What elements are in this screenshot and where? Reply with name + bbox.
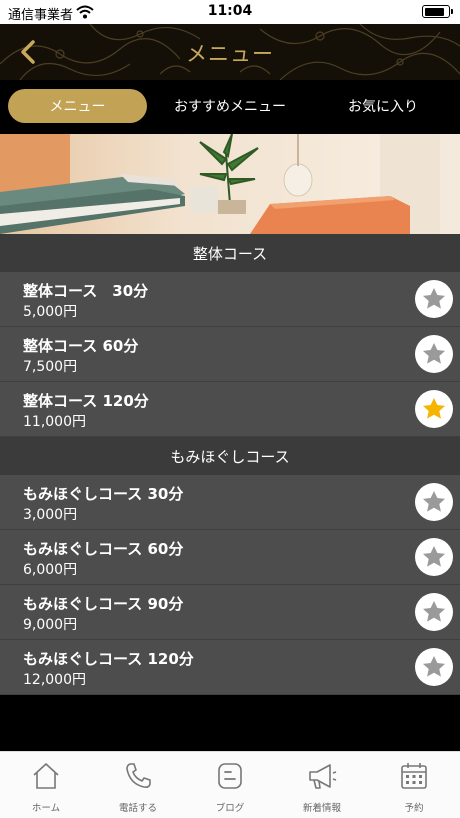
star-icon [422,287,446,309]
tabbar-item-reservation[interactable]: 予約 [368,752,460,818]
menu-list: 整体コース 整体コース 30分 5,000円 整体コース 60分 7,500円 … [0,234,460,695]
tabbar-item-news[interactable]: 新着情報 [276,752,368,818]
battery-level [424,7,445,16]
phone-icon [126,763,151,788]
tab-recommended[interactable]: おすすめメニュー [160,89,300,123]
list-item[interactable]: もみほぐしコース 60分 6,000円 [0,530,460,585]
treatment-room-image [0,134,460,234]
tabbar-item-phone[interactable]: 電話する [92,752,184,818]
bottom-tab-bar: ホーム 電話する ブログ 新着情報 予約 [0,751,460,818]
app-screen: 通信事業者 11:04 メニュー メニュー おすすめメニュー お気に入り 整体コ… [0,0,460,818]
list-item[interactable]: 整体コース 30分 5,000円 [0,272,460,327]
tabbar-label: ホーム [31,803,61,814]
star-icon [422,342,446,364]
hero-image [0,134,460,234]
item-price: 7,500円 [23,359,78,375]
tabbar-item-blog[interactable]: ブログ [184,752,276,818]
item-name: もみほぐしコース 90分 [23,595,184,613]
status-time: 11:04 [207,3,253,19]
item-name: もみほぐしコース 30分 [23,485,184,503]
list-item[interactable]: 整体コース 120分 11,000円 [0,382,460,437]
tabbar-label: ブログ [215,803,245,814]
item-price: 3,000円 [23,507,78,523]
tab-favorites[interactable]: お気に入り [313,89,453,123]
favorite-button[interactable] [415,390,453,428]
item-name: もみほぐしコース 120分 [23,650,194,668]
tabbar-item-home[interactable]: ホーム [0,752,92,818]
favorite-button[interactable] [415,280,453,318]
item-price: 5,000円 [23,304,78,320]
favorite-button[interactable] [415,335,453,373]
item-name: もみほぐしコース 60分 [23,540,184,558]
favorite-button[interactable] [415,648,453,686]
star-icon [422,600,446,622]
nav-header: メニュー [0,24,460,80]
item-name: 整体コース 30分 [23,282,149,300]
tabbar-label: 予約 [404,803,424,814]
favorite-button[interactable] [415,593,453,631]
list-item[interactable]: もみほぐしコース 90分 9,000円 [0,585,460,640]
section-header: もみほぐしコース [0,437,460,475]
list-item[interactable]: もみほぐしコース 30分 3,000円 [0,475,460,530]
page-title: メニュー [186,42,274,66]
item-price: 12,000円 [23,672,86,688]
calendar-icon [401,763,427,789]
star-icon [422,655,446,677]
tabbar-label: 新着情報 [302,803,341,814]
list-item[interactable]: もみほぐしコース 120分 12,000円 [0,640,460,695]
star-icon [422,397,446,419]
star-icon [422,545,446,567]
item-price: 9,000円 [23,617,78,633]
megaphone-icon [309,764,337,789]
tabbar-label: 電話する [118,803,157,814]
blog-icon [218,763,242,789]
battery-icon [422,5,453,18]
favorite-button[interactable] [415,483,453,521]
section-header: 整体コース [0,234,460,272]
status-bar: 通信事業者 11:04 [0,0,460,24]
favorite-button[interactable] [415,538,453,576]
item-name: 整体コース 60分 [23,337,139,355]
segment-tabs: メニュー おすすめメニュー お気に入り [0,80,460,134]
star-icon [422,490,446,512]
item-price: 11,000円 [23,414,86,430]
home-icon [33,763,59,789]
list-item[interactable]: 整体コース 60分 7,500円 [0,327,460,382]
item-name: 整体コース 120分 [23,392,149,410]
tab-menu[interactable]: メニュー [8,89,147,123]
item-price: 6,000円 [23,562,78,578]
